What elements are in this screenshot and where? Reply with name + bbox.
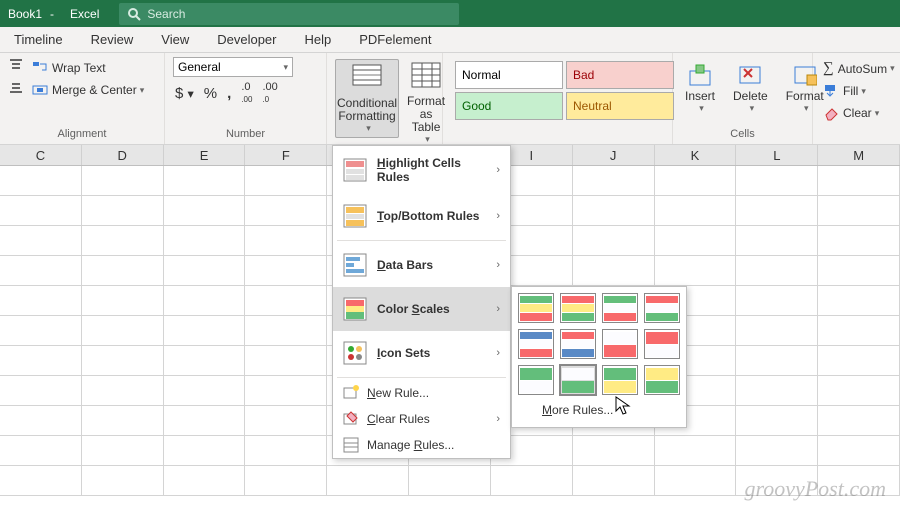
color-scale-option[interactable] — [560, 365, 596, 395]
icon-sets-icon — [343, 341, 367, 365]
col-header[interactable]: D — [82, 145, 164, 165]
bottom-align-icon[interactable] — [8, 79, 24, 95]
app-name: Excel — [54, 7, 99, 21]
col-header[interactable]: M — [818, 145, 900, 165]
menu-clear-rules[interactable]: Clear Rules› — [333, 406, 510, 432]
group-label-alignment: Alignment — [8, 128, 156, 142]
insert-button[interactable]: Insert — [681, 61, 719, 116]
menu-highlight-cells-rules[interactable]: Highlight Cells Rules› — [333, 146, 510, 194]
menu-manage-rules[interactable]: Manage Rules... — [333, 432, 510, 458]
conditional-formatting-menu: Highlight Cells Rules› Top/Bottom Rules›… — [332, 145, 511, 459]
tab-developer[interactable]: Developer — [203, 32, 290, 47]
color-scale-option[interactable] — [518, 365, 554, 395]
color-scale-option[interactable] — [602, 365, 638, 395]
color-scale-option[interactable] — [602, 329, 638, 359]
conditional-formatting-icon — [351, 63, 383, 95]
style-good[interactable]: Good — [455, 92, 563, 120]
menu-new-rule[interactable]: New Rule... — [333, 380, 510, 406]
style-neutral[interactable]: Neutral — [566, 92, 674, 120]
delete-cells-icon — [738, 63, 762, 87]
watermark: groovyPost.com — [744, 476, 886, 502]
color-scale-option[interactable] — [602, 293, 638, 323]
decrease-decimal-button[interactable]: .00.0 — [262, 81, 277, 105]
style-normal[interactable]: Normal — [455, 61, 563, 89]
color-scales-flyout: More Rules... — [511, 286, 687, 428]
tab-view[interactable]: View — [147, 32, 203, 47]
menu-color-scales[interactable]: Color Scales› — [333, 287, 510, 331]
top-align-icon[interactable] — [8, 57, 24, 73]
col-header[interactable]: E — [164, 145, 246, 165]
style-bad[interactable]: Bad — [566, 61, 674, 89]
tab-pdfelement[interactable]: PDFelement — [345, 32, 445, 47]
col-header[interactable]: F — [245, 145, 327, 165]
color-scale-option[interactable] — [644, 365, 680, 395]
autosum-button[interactable]: ∑ AutoSum — [821, 58, 890, 79]
col-header[interactable]: J — [573, 145, 655, 165]
format-as-table-icon — [410, 61, 442, 93]
merge-center-button[interactable]: Merge & Center — [28, 80, 148, 100]
tab-help[interactable]: Help — [291, 32, 346, 47]
mouse-cursor — [615, 396, 631, 421]
wrap-text-button[interactable]: Wrap Text — [28, 58, 110, 78]
search-placeholder: Search — [147, 7, 185, 21]
delete-button[interactable]: Delete — [729, 61, 772, 116]
search-icon — [127, 7, 141, 21]
group-label-number: Number — [173, 128, 318, 142]
search-box[interactable]: Search — [119, 3, 459, 25]
menu-icon-sets[interactable]: Icon Sets› — [333, 331, 510, 375]
workbook-name: Book1 — [0, 7, 50, 21]
more-rules-link[interactable]: More Rules... — [518, 395, 680, 421]
currency-button[interactable]: $ ▾ — [175, 85, 194, 102]
menu-top-bottom-rules[interactable]: Top/Bottom Rules› — [333, 194, 510, 238]
comma-button[interactable]: , — [227, 85, 231, 102]
color-scale-option[interactable] — [518, 293, 554, 323]
insert-cells-icon — [688, 63, 712, 87]
color-scales-icon — [343, 297, 367, 321]
top-bottom-icon — [343, 204, 367, 228]
tab-timeline[interactable]: Timeline — [0, 32, 77, 47]
conditional-formatting-button[interactable]: Conditional Formatting — [335, 59, 399, 138]
menu-data-bars[interactable]: Data Bars› — [333, 243, 510, 287]
wrap-text-icon — [32, 60, 48, 76]
merge-icon — [32, 82, 48, 98]
eraser-icon — [823, 105, 839, 121]
fill-button[interactable]: Fill — [821, 81, 890, 101]
col-header[interactable]: K — [655, 145, 737, 165]
clear-rules-icon — [343, 411, 359, 427]
color-scale-option[interactable] — [560, 293, 596, 323]
fill-down-icon — [823, 83, 839, 99]
color-scale-option[interactable] — [644, 329, 680, 359]
col-header[interactable]: C — [0, 145, 82, 165]
color-scale-option[interactable] — [518, 329, 554, 359]
percent-button[interactable]: % — [204, 85, 217, 102]
group-label-cells: Cells — [681, 128, 804, 142]
clear-button[interactable]: Clear — [821, 103, 890, 123]
number-format-combo[interactable]: General▾ — [173, 57, 293, 77]
sigma-icon: ∑ — [823, 60, 834, 77]
new-rule-icon — [343, 385, 359, 401]
increase-decimal-button[interactable]: .0.00 — [241, 81, 252, 105]
manage-rules-icon — [343, 437, 359, 453]
col-header[interactable]: L — [736, 145, 818, 165]
color-scale-option[interactable] — [644, 293, 680, 323]
highlight-rules-icon — [343, 158, 367, 182]
ribbon-tabs: Timeline Review View Developer Help PDFe… — [0, 27, 900, 53]
data-bars-icon — [343, 253, 367, 277]
color-scale-option[interactable] — [560, 329, 596, 359]
tab-review[interactable]: Review — [77, 32, 148, 47]
